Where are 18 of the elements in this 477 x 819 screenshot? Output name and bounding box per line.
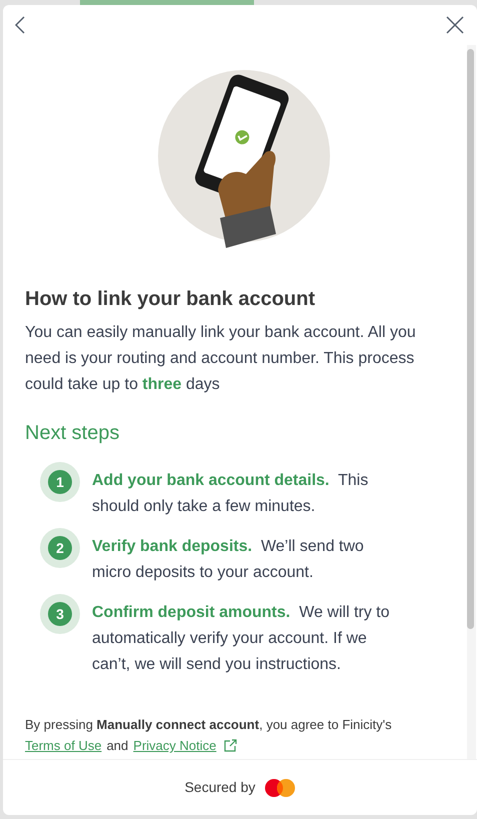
close-button[interactable]: [445, 15, 465, 35]
next-steps-heading: Next steps: [25, 421, 120, 446]
description-text: You can easily manually link your bank account. All you need is your routing and account number. This process could take up to three days: [25, 323, 417, 395]
step-text: Verify bank deposits. We’ll send two micro deposits to your account.: [92, 537, 365, 583]
step-text: Add your bank account details. This should only take a few minutes.: [92, 471, 370, 517]
privacy-link[interactable]: Privacy Notice: [133, 735, 216, 756]
scrollbar-thumb[interactable]: [467, 49, 474, 629]
step-number-badge: 1: [40, 462, 80, 502]
terms-link[interactable]: Terms of Use: [25, 735, 102, 756]
page-title: How to link your bank account: [25, 287, 316, 312]
interlocking-circles-logo: [265, 778, 296, 796]
step-text: Confirm deposit amounts. We will try to automatically verify your account. If we can’t, we will send you instructions.: [92, 603, 391, 675]
step-number-badge: 2: [40, 528, 80, 568]
and-text: and: [106, 737, 128, 755]
external-link-icon: [224, 739, 238, 752]
step-number-badge: 3: [40, 594, 80, 634]
secured-by-text: Secured by: [184, 778, 256, 797]
disclaimer-text: By pressing Manually connect account, you agree to Finicity's: [25, 716, 393, 734]
